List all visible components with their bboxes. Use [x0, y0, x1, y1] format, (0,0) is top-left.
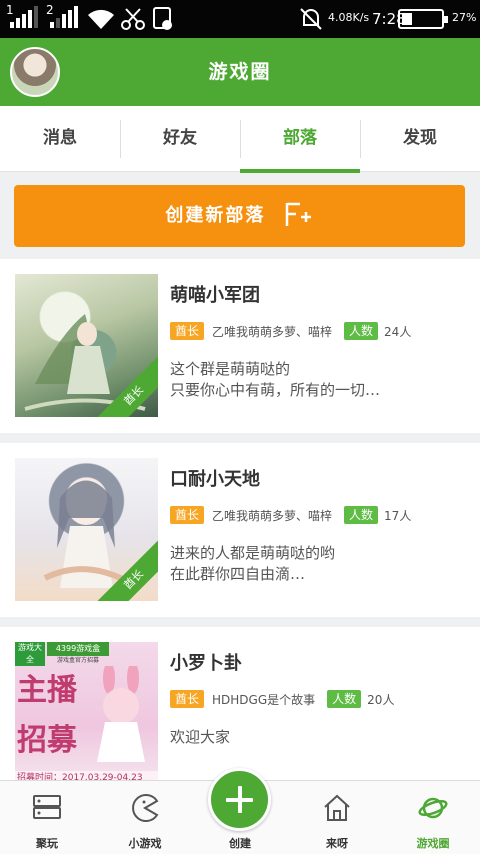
server-icon [33, 795, 61, 819]
poster-brand-sub: 游戏盒官方招募 [56, 657, 99, 664]
owner-name: 乙唯我萌萌多萝、喵梓 [212, 324, 333, 339]
create-fab-plus-icon[interactable] [208, 768, 271, 831]
house-icon [324, 794, 350, 821]
tribe-description: 进来的人都是萌萌哒的哟 在此群你四自由滴… [170, 544, 336, 583]
create-tribe-button[interactable]: 创建新部落 [14, 185, 465, 247]
page-title: 游戏圈 [208, 61, 272, 83]
owner-badge: 酋长 [170, 506, 205, 524]
create-fab-label: 创建 [229, 837, 251, 850]
tribe-thumbnail: 酋长 [15, 274, 158, 417]
tribe-name: 萌喵小军团 [170, 285, 260, 306]
poster-brand: 4399游戏盒 [47, 642, 109, 656]
nav-mini-games[interactable]: 小游戏 [100, 781, 190, 854]
tab-bar: 消息 好友 部落 发现 [0, 106, 480, 173]
tribe-thumbnail: 酋长 [15, 458, 158, 601]
poster-tag: 游戏大全 [15, 642, 45, 666]
owner-badge: 酋长 [170, 322, 205, 340]
planet-icon [418, 797, 448, 819]
tribe-description: 这个群是萌萌哒的 只要你心中有萌，所有的一切… [170, 360, 381, 399]
nav-label: 来呀 [326, 837, 348, 850]
tribe-description: 欢迎大家 [170, 728, 231, 746]
tribe-name: 口耐小天地 [170, 469, 260, 490]
scissors-icon [121, 8, 145, 30]
tribe-name: 小罗卜卦 [170, 653, 242, 674]
net-speed: 4.08K/s [328, 11, 370, 24]
tab-discover[interactable]: 发现 [360, 106, 480, 172]
flag-plus-icon [285, 202, 311, 226]
signal-1-icon [10, 6, 38, 28]
list-item[interactable]: 酋长 萌喵小军团 酋长 乙唯我萌萌多萝、喵梓 人数 24人 这个群是萌萌哒的 只… [0, 259, 480, 433]
member-count-badge: 人数 [327, 690, 362, 708]
owner-badge: 酋长 [170, 690, 205, 708]
member-count: 24人 [384, 324, 412, 339]
create-tribe-label: 创建新部落 [165, 205, 266, 226]
mute-bell-icon [300, 8, 322, 30]
pacman-icon [132, 794, 159, 822]
tribe-meta: 酋长 乙唯我萌萌多萝、喵梓 人数 17人 [170, 505, 411, 525]
nav-label: 小游戏 [128, 837, 162, 850]
wifi-icon [88, 9, 114, 29]
tribe-meta: 酋长 乙唯我萌萌多萝、喵梓 人数 24人 [170, 321, 411, 341]
member-count-badge: 人数 [344, 506, 379, 524]
member-count: 17人 [384, 508, 412, 523]
list-item[interactable]: 酋长 口耐小天地 酋长 乙唯我萌萌多萝、喵梓 人数 17人 进来的人都是萌萌哒的… [0, 443, 480, 617]
poster-headline-2: 招募 [17, 723, 77, 758]
avatar[interactable] [10, 47, 60, 97]
member-count-badge: 人数 [344, 322, 379, 340]
nav-game-circle[interactable]: 游戏圈 [388, 781, 478, 854]
bunny-girl-illustration [97, 666, 145, 762]
nav-label: 聚玩 [36, 837, 58, 850]
tab-friends[interactable]: 好友 [120, 106, 240, 172]
nav-juwan[interactable]: 聚玩 [2, 781, 92, 854]
poster-headline-1: 主播 [17, 673, 77, 708]
nav-label: 游戏圈 [416, 837, 450, 850]
signal-2-icon [50, 6, 78, 28]
app-header: 游戏圈 [0, 38, 480, 106]
tribe-thumbnail: 游戏大全 4399游戏盒 游戏盒官方招募 主播 招募 招募时间：2017.03.… [15, 642, 158, 785]
nav-laiya[interactable]: 来呀 [292, 781, 382, 854]
tab-messages[interactable]: 消息 [0, 106, 120, 172]
sd-card-icon [153, 7, 172, 30]
tab-tribes[interactable]: 部落 [240, 106, 360, 173]
battery-icon [398, 9, 448, 29]
owner-name: 乙唯我萌萌多萝、喵梓 [212, 508, 333, 523]
status-bar: 1 2 4.08K/s 7:28 27% [0, 0, 480, 38]
battery-percent: 27% [452, 11, 477, 24]
tribe-meta: 酋长 HDHDGG是个故事 人数 20人 [170, 689, 394, 709]
member-count: 20人 [367, 692, 395, 707]
owner-name: HDHDGG是个故事 [212, 692, 316, 707]
